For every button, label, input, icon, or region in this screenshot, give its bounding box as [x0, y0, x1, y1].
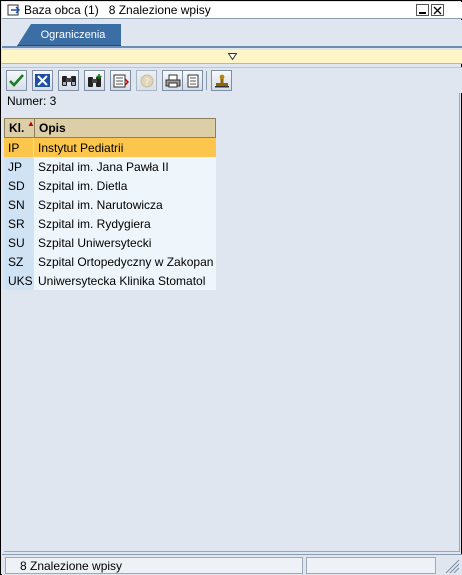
minimize-button[interactable]	[416, 4, 429, 16]
minimize-icon	[419, 11, 426, 14]
title-bar: Baza obca (1) 8 Znalezione wpisy	[2, 2, 462, 19]
row-description-cell: Szpital im. Jana Pawła II	[34, 157, 216, 176]
toolbar-separator	[206, 71, 207, 90]
row-key-cell: SZ	[4, 252, 34, 271]
status-message: 8 Znalezione wpisy	[5, 557, 303, 574]
window-app-icon	[7, 4, 20, 16]
restrictions-toggle-bar[interactable]	[2, 50, 462, 64]
find-next-button[interactable]	[84, 70, 105, 91]
tab-label: Ograniczenia	[40, 28, 106, 41]
info-button[interactable]: ?	[136, 70, 157, 91]
table-row[interactable]: UKS Uniwersytecka Klinika Stomatol	[4, 271, 216, 290]
row-key-cell: SU	[4, 233, 34, 252]
row-key-cell: SD	[4, 176, 34, 195]
table-row[interactable]: SN Szpital im. Narutowicza	[4, 195, 216, 214]
status-bar: 8 Znalezione wpisy	[2, 554, 462, 575]
x-icon	[35, 74, 50, 87]
row-description-cell: Uniwersytecka Klinika Stomatol	[34, 271, 216, 290]
cancel-button[interactable]	[32, 70, 53, 91]
find-button[interactable]	[58, 70, 79, 91]
sort-button[interactable]	[110, 70, 131, 91]
resize-grip-icon[interactable]	[440, 557, 460, 574]
status-info-cell	[306, 557, 436, 574]
document-list-icon	[187, 74, 198, 87]
confirm-button[interactable]	[6, 70, 27, 91]
binoculars-plus-icon	[87, 73, 101, 87]
window-title: Baza obca (1) 8 Znalezione wpisy	[24, 3, 211, 17]
column-header-description[interactable]: Opis	[35, 119, 215, 137]
table-header: Kl. ▲ Opis	[4, 118, 216, 138]
svg-text:?: ?	[144, 77, 149, 88]
stamp-icon	[214, 74, 229, 87]
tab-underline	[2, 46, 462, 48]
checkmark-icon	[9, 74, 24, 87]
table-row[interactable]: SU Szpital Uniwersytecki	[4, 233, 216, 252]
column-header-key-label: Kl.	[9, 121, 25, 135]
row-description-cell: Szpital Ortopedyczny w Zakopan	[34, 252, 216, 271]
settings-button[interactable]	[211, 70, 232, 91]
row-description-cell: Szpital im. Narutowicza	[34, 195, 216, 214]
printer-icon	[165, 74, 180, 87]
list-button[interactable]	[182, 70, 203, 91]
row-key-cell: UKS	[4, 271, 34, 290]
results-table: Kl. ▲ Opis IP Instytut Pediatrii JP Szpi…	[4, 118, 216, 290]
close-icon	[433, 6, 442, 14]
info-icon: ?	[140, 74, 153, 88]
table-row[interactable]: SD Szpital im. Dietla	[4, 176, 216, 195]
dialog-window: Baza obca (1) 8 Znalezione wpisy Ogranic…	[0, 0, 462, 575]
table-row[interactable]: SR Szpital im. Rydygiera	[4, 214, 216, 233]
row-description-cell: Szpital im. Dietla	[34, 176, 216, 195]
expand-arrow-icon[interactable]	[228, 53, 237, 60]
column-header-key[interactable]: Kl. ▲	[5, 119, 35, 137]
row-key-cell: IP	[4, 138, 34, 157]
binoculars-icon	[61, 75, 76, 86]
sort-indicator-icon: ▲	[27, 119, 35, 128]
table-row[interactable]: IP Instytut Pediatrii	[4, 138, 216, 157]
table-row[interactable]: JP Szpital im. Jana Pawła II	[4, 157, 216, 176]
table-row[interactable]: SZ Szpital Ortopedyczny w Zakopan	[4, 252, 216, 271]
tab-ograniczenia[interactable]: Ograniczenia	[17, 24, 121, 46]
toolbar: ?	[2, 67, 462, 93]
row-description-cell: Szpital im. Rydygiera	[34, 214, 216, 233]
row-description-cell: Szpital Uniwersytecki	[34, 233, 216, 252]
print-button[interactable]	[162, 70, 183, 91]
row-key-cell: SR	[4, 214, 34, 233]
column-header-description-label: Opis	[39, 121, 66, 135]
row-key-cell: SN	[4, 195, 34, 214]
sort-icon	[113, 74, 129, 87]
result-number-label: Numer: 3	[7, 94, 57, 108]
row-key-cell: JP	[4, 157, 34, 176]
row-description-cell: Instytut Pediatrii	[34, 138, 216, 157]
close-button[interactable]	[431, 4, 444, 16]
